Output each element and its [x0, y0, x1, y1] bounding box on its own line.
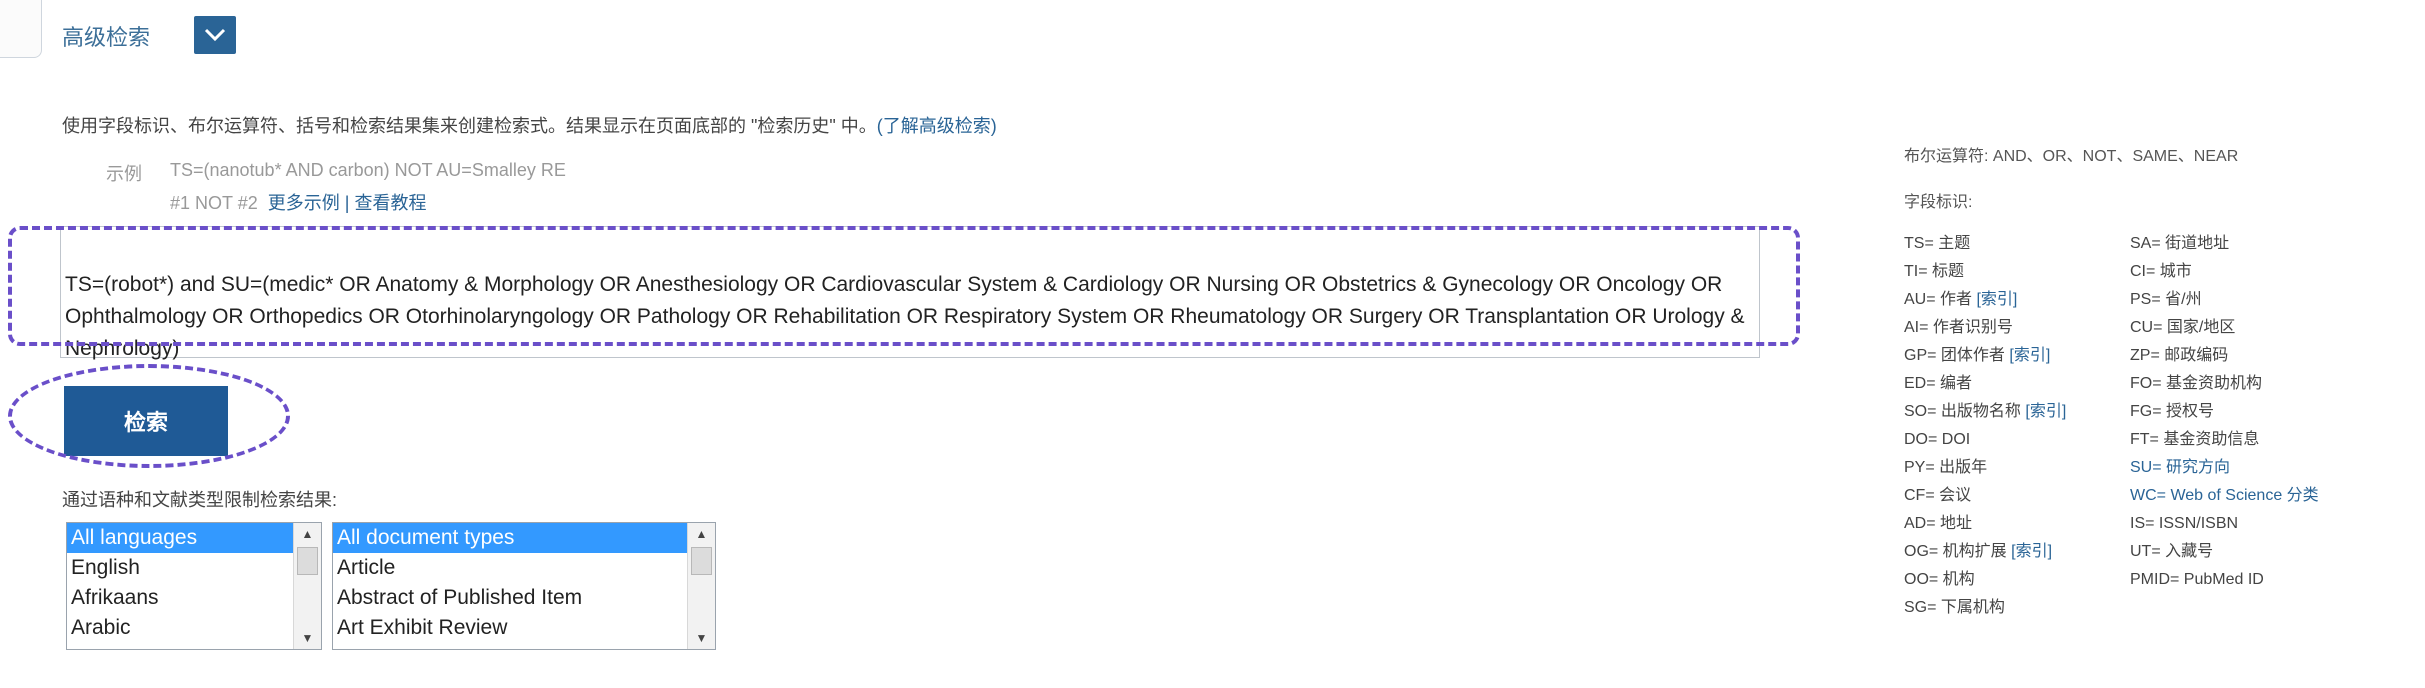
search-button[interactable]: 检索 — [64, 386, 228, 456]
index-link[interactable]: [索引] — [1976, 291, 2017, 308]
field-tags-column-2: SA= 街道地址 CI= 城市 PS= 省/州 CU= 国家/地区 ZP= 邮政… — [2130, 230, 2319, 594]
doctype-option[interactable]: Art Exhibit Review — [333, 613, 715, 643]
field-tags-title: 字段标识: — [1904, 194, 1973, 211]
learn-advanced-search-link[interactable]: (了解高级检索) — [877, 116, 997, 136]
scroll-down-icon[interactable]: ▼ — [294, 627, 321, 649]
scroll-down-icon[interactable]: ▼ — [688, 627, 715, 649]
example-label: 示例 — [106, 164, 142, 184]
field-tag-item: SA= 街道地址 — [2130, 235, 2230, 252]
query-textarea[interactable]: TS=(robot*) and SU=(medic* OR Anatomy & … — [60, 226, 1760, 360]
field-tag-item: PY= 出版年 — [1904, 459, 1988, 476]
field-tag-item: AU= 作者 [索引] — [1904, 291, 2018, 308]
limit-results-label: 通过语种和文献类型限制检索结果: — [62, 490, 337, 510]
field-tag-item: AI= 作者识别号 — [1904, 319, 2013, 336]
collapse-toggle-button[interactable] — [194, 16, 236, 54]
field-tag-item: UT= 入藏号 — [2130, 543, 2214, 560]
index-link[interactable]: [索引] — [2009, 347, 2050, 364]
view-tutorial-link[interactable]: 查看教程 — [354, 193, 426, 213]
field-tag-item: OO= 机构 — [1904, 571, 1975, 588]
field-tag-item: FO= 基金资助机构 — [2130, 375, 2263, 392]
scroll-thumb[interactable] — [691, 547, 712, 575]
more-examples-link[interactable]: 更多示例 — [268, 193, 340, 213]
field-tag-item: ZP= 邮政编码 — [2130, 347, 2229, 364]
field-tag-item: PS= 省/州 — [2130, 291, 2202, 308]
advanced-search-title: 高级检索 — [62, 25, 151, 50]
scroll-up-icon[interactable]: ▲ — [688, 523, 715, 545]
doctype-option[interactable]: Article — [333, 553, 715, 583]
doctype-scrollbar[interactable]: ▲ ▼ — [687, 523, 715, 649]
chevron-down-icon — [204, 28, 226, 42]
field-tag-item: SO= 出版物名称 [索引] — [1904, 403, 2067, 420]
scroll-up-icon[interactable]: ▲ — [294, 523, 321, 545]
field-tag-item: DO= DOI — [1904, 431, 1971, 448]
field-tag-item: TS= 主题 — [1904, 235, 1971, 252]
doctype-option[interactable]: Abstract of Published Item — [333, 583, 715, 613]
field-tag-item: CI= 城市 — [2130, 263, 2192, 280]
field-tag-item: CF= 会议 — [1904, 487, 1972, 504]
language-option[interactable]: English — [67, 553, 321, 583]
document-type-listbox[interactable]: All document types Article Abstract of P… — [332, 522, 716, 650]
example-line2: #1 NOT #2 更多示例 | 查看教程 — [170, 189, 426, 215]
language-scrollbar[interactable]: ▲ ▼ — [293, 523, 321, 649]
language-option[interactable]: Afrikaans — [67, 583, 321, 613]
field-tag-item: ED= 编者 — [1904, 375, 1973, 392]
field-tag-item: SU= 研究方向 — [2130, 459, 2231, 476]
example-query-text: TS=(nanotub* AND carbon) NOT AU=Smalley … — [170, 160, 566, 180]
field-tag-item: IS= ISSN/ISBN — [2130, 515, 2239, 532]
intro-description: 使用字段标识、布尔运算符、括号和检索结果集来创建检索式。结果显示在页面底部的 "… — [62, 116, 877, 136]
field-tag-item: SG= 下属机构 — [1904, 599, 2005, 616]
boolean-operators-text: 布尔运算符: AND、OR、NOT、SAME、NEAR — [1904, 148, 2239, 165]
link-separator: | — [344, 193, 350, 213]
index-link[interactable]: [索引] — [2025, 403, 2066, 420]
field-tag-item: TI= 标题 — [1904, 263, 1965, 280]
query-text: TS=(robot*) and SU=(medic* OR Anatomy & … — [65, 273, 1745, 360]
field-tag-item: FT= 基金资助信息 — [2130, 431, 2260, 448]
index-link[interactable]: [索引] — [2011, 543, 2052, 560]
corner-tab — [0, 0, 42, 58]
field-tag-item: OG= 机构扩展 [索引] — [1904, 543, 2053, 560]
intro-text: 使用字段标识、布尔运算符、括号和检索结果集来创建检索式。结果显示在页面底部的 "… — [62, 112, 997, 138]
language-option[interactable]: All languages — [67, 523, 321, 553]
field-tag-item: CU= 国家/地区 — [2130, 319, 2236, 336]
doctype-option[interactable]: All document types — [333, 523, 715, 553]
field-tag-item: GP= 团体作者 [索引] — [1904, 347, 2051, 364]
language-option[interactable]: Arabic — [67, 613, 321, 643]
language-listbox[interactable]: All languages English Afrikaans Arabic ▲… — [66, 522, 322, 650]
field-tag-item: PMID= PubMed ID — [2130, 571, 2264, 588]
scroll-thumb[interactable] — [297, 547, 318, 575]
field-tags-column-1: TS= 主题 TI= 标题 AU= 作者 [索引] AI= 作者识别号 GP= … — [1904, 230, 2066, 622]
field-tag-item: AD= 地址 — [1904, 515, 1973, 532]
example-set-query: #1 NOT #2 — [170, 193, 258, 213]
field-tag-item: WC= Web of Science 分类 — [2130, 487, 2319, 504]
field-tag-item: FG= 授权号 — [2130, 403, 2215, 420]
